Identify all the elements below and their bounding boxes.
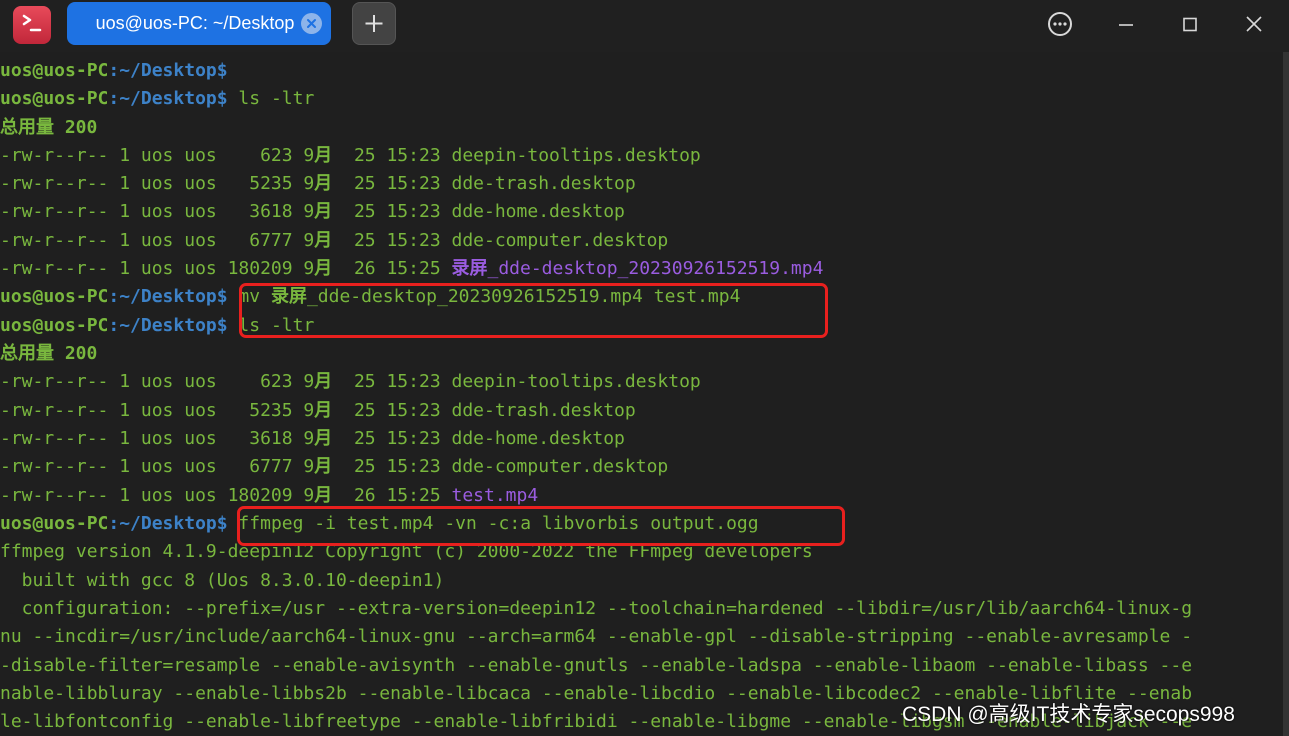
file-row: -rw-r--r-- 1 uos uos 5235 9月 25 15:23 dd…: [0, 398, 636, 424]
file-month: 月: [314, 258, 333, 279]
maximize-icon: [1183, 17, 1197, 32]
file-name: dde-computer.desktop: [451, 230, 669, 251]
file-month: 月: [314, 145, 333, 166]
file-meta: -rw-r--r-- 1 uos uos 5235 9: [0, 400, 315, 421]
title-bar: uos@uos-PC: ~/Desktop: [0, 0, 1289, 52]
output-line: built with gcc 8 (Uos 8.3.0.10-deepin1): [0, 570, 445, 591]
file-meta: -rw-r--r-- 1 uos uos 623 9: [0, 145, 315, 166]
file-row: -rw-r--r-- 1 uos uos 6777 9月 25 15:23 dd…: [0, 454, 668, 480]
file-meta: -rw-r--r-- 1 uos uos 180209 9: [0, 485, 315, 506]
file-name: dde-home.desktop: [451, 428, 625, 449]
total-label: 总用量: [0, 343, 54, 364]
file-row: -rw-r--r-- 1 uos uos 180209 9月 26 15:25 …: [0, 256, 823, 282]
watermark: CSDN @高级IT技术专家secops998: [902, 703, 1235, 726]
more-circle-icon: [1048, 12, 1072, 36]
highlight-box-ffmpeg: [237, 506, 845, 546]
file-row: -rw-r--r-- 1 uos uos 623 9月 25 15:23 dee…: [0, 369, 701, 395]
file-row: -rw-r--r-- 1 uos uos 6777 9月 25 15:23 dd…: [0, 228, 668, 254]
file-date: 25 15:23: [332, 371, 452, 392]
prompt-user: uos@uos-PC: [0, 513, 109, 534]
prompt-path: :~/Desktop$: [108, 60, 228, 81]
file-date: 25 15:23: [332, 456, 452, 477]
file-month: 月: [314, 400, 333, 421]
file-month: 月: [314, 371, 333, 392]
terminal-output[interactable]: uos@uos-PC:~/Desktop$ uos@uos-PC:~/Deskt…: [0, 56, 1283, 736]
file-meta: -rw-r--r-- 1 uos uos 5235 9: [0, 173, 315, 194]
prompt-line: uos@uos-PC:~/Desktop$: [0, 58, 228, 84]
prompt-path: :~/Desktop$: [108, 513, 228, 534]
video-file-name: test.mp4: [451, 485, 539, 506]
video-file-name: _dde-desktop_20230926152519.mp4: [487, 258, 824, 279]
prompt-user: uos@uos-PC: [0, 60, 109, 81]
maximize-button[interactable]: [1170, 6, 1210, 42]
minimize-button[interactable]: [1106, 6, 1146, 42]
total-value: 200: [54, 117, 98, 138]
prompt-path: :~/Desktop$: [108, 88, 228, 109]
file-month: 月: [314, 230, 333, 251]
close-icon: [1246, 16, 1262, 32]
file-name: dde-trash.desktop: [451, 173, 636, 194]
video-file-name-prefix: 录屏: [451, 258, 488, 279]
tab-terminal[interactable]: uos@uos-PC: ~/Desktop: [67, 2, 331, 45]
file-date: 25 15:23: [332, 173, 452, 194]
close-button[interactable]: [1234, 6, 1274, 42]
prompt-path: :~/Desktop$: [108, 286, 228, 307]
output-line: configuration: --prefix=/usr --extra-ver…: [0, 598, 1193, 619]
total-label: 总用量: [0, 117, 54, 138]
output-line: -disable-filter=resample --enable-avisyn…: [0, 655, 1193, 676]
output-line: nu --incdir=/usr/include/aarch64-linux-g…: [0, 626, 1193, 647]
close-circle-icon[interactable]: [301, 13, 322, 34]
prompt-user: uos@uos-PC: [0, 286, 109, 307]
file-row: -rw-r--r-- 1 uos uos 623 9月 25 15:23 dee…: [0, 143, 701, 169]
prompt-path: :~/Desktop$: [108, 315, 228, 336]
file-meta: -rw-r--r-- 1 uos uos 6777 9: [0, 230, 315, 251]
file-date: 25 15:23: [332, 230, 452, 251]
terminal-window: uos@uos-PC: ~/Desktop uos@uos-PC:~/Deskt…: [0, 0, 1289, 736]
new-tab-button[interactable]: [352, 2, 396, 45]
file-meta: -rw-r--r-- 1 uos uos 180209 9: [0, 258, 315, 279]
prompt-user: uos@uos-PC: [0, 315, 109, 336]
prompt-line: uos@uos-PC:~/Desktop$ ls -ltr: [0, 86, 314, 112]
terminal-icon[interactable]: [13, 6, 51, 44]
file-meta: -rw-r--r-- 1 uos uos 3618 9: [0, 428, 315, 449]
file-month: 月: [314, 201, 333, 222]
menu-button[interactable]: [1040, 6, 1080, 42]
file-month: 月: [314, 456, 333, 477]
total-value: 200: [54, 343, 98, 364]
total-line: 总用量 200: [0, 341, 97, 367]
file-name: deepin-tooltips.desktop: [451, 145, 701, 166]
total-line: 总用量 200: [0, 115, 97, 141]
file-date: 26 15:25: [332, 485, 452, 506]
file-date: 25 15:23: [332, 428, 452, 449]
tab-title: uos@uos-PC: ~/Desktop: [95, 13, 295, 33]
file-month: 月: [314, 485, 333, 506]
file-date: 25 15:23: [332, 145, 452, 166]
file-row: -rw-r--r-- 1 uos uos 5235 9月 25 15:23 dd…: [0, 171, 636, 197]
file-month: 月: [314, 428, 333, 449]
prompt-user: uos@uos-PC: [0, 88, 109, 109]
scrollbar[interactable]: [1283, 52, 1289, 736]
file-meta: -rw-r--r-- 1 uos uos 623 9: [0, 371, 315, 392]
file-name: dde-home.desktop: [451, 201, 625, 222]
minimize-icon: [1119, 24, 1133, 26]
file-row: -rw-r--r-- 1 uos uos 3618 9月 25 15:23 dd…: [0, 199, 625, 225]
file-meta: -rw-r--r-- 1 uos uos 3618 9: [0, 201, 315, 222]
file-name: deepin-tooltips.desktop: [451, 371, 701, 392]
file-row: -rw-r--r-- 1 uos uos 3618 9月 25 15:23 dd…: [0, 426, 625, 452]
file-month: 月: [314, 173, 333, 194]
file-name: dde-computer.desktop: [451, 456, 669, 477]
file-meta: -rw-r--r-- 1 uos uos 6777 9: [0, 456, 315, 477]
file-date: 25 15:23: [332, 201, 452, 222]
file-date: 26 15:25: [332, 258, 452, 279]
plus-icon: [365, 15, 383, 32]
file-date: 25 15:23: [332, 400, 452, 421]
command-text: ls -ltr: [227, 88, 315, 109]
file-name: dde-trash.desktop: [451, 400, 636, 421]
highlight-box-mv: [239, 283, 828, 338]
